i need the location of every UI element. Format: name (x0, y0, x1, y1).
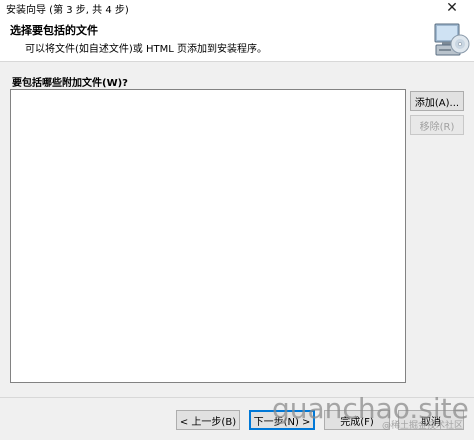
computer-cd-icon (434, 23, 470, 56)
window-title: 安装向导 (第 3 步, 共 4 步) (6, 5, 129, 16)
wizard-header: 选择要包括的文件 可以将文件(如自述文件)或 HTML 页添加到安装程序。 (0, 16, 474, 62)
add-button[interactable]: 添加(A)... (410, 91, 464, 111)
files-prompt: 要包括哪些附加文件(W)? (12, 78, 128, 89)
additional-files-list[interactable] (10, 89, 406, 383)
close-icon[interactable]: ✕ (430, 0, 474, 16)
watermark-subtext: @稀土掘金技术社区 (382, 421, 464, 431)
step-description: 可以将文件(如自述文件)或 HTML 页添加到安装程序。 (25, 44, 267, 55)
step-title: 选择要包括的文件 (10, 24, 98, 37)
title-bar: 安装向导 (第 3 步, 共 4 步) ✕ (0, 0, 474, 16)
back-button[interactable]: < 上一步(B) (176, 410, 240, 430)
remove-button[interactable]: 移除(R) (410, 115, 464, 135)
